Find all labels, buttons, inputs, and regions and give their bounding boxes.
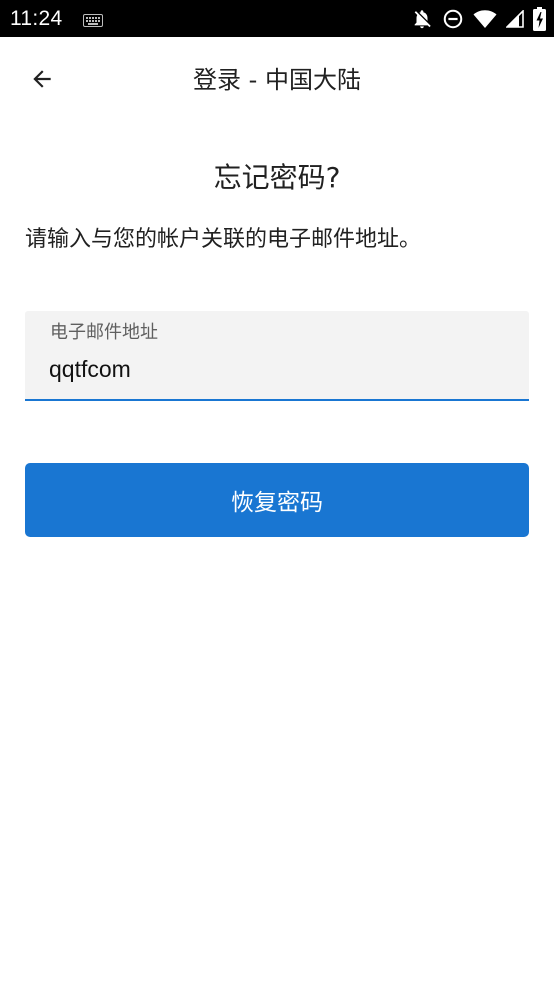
do-not-disturb-icon (442, 8, 464, 30)
email-field[interactable]: 电子邮件地址 (25, 311, 529, 401)
notifications-off-icon (411, 8, 433, 30)
cell-signal-icon (506, 10, 524, 28)
keyboard-icon (83, 12, 103, 31)
app-title: 登录 - 中国大陆 (193, 66, 361, 94)
battery-charging-icon (533, 7, 546, 31)
status-bar: 11:24 (0, 0, 554, 37)
page-heading: 忘记密码? (213, 161, 341, 194)
email-input[interactable] (49, 351, 509, 387)
recover-password-button[interactable]: 恢复密码 (25, 463, 529, 537)
email-field-label: 电子邮件地址 (50, 322, 158, 343)
instruction-text: 请输入与您的帐户关联的电子邮件地址。 (25, 227, 422, 252)
wifi-icon (473, 9, 497, 29)
app-bar: 登录 - 中国大陆 (0, 37, 554, 123)
status-icons (411, 6, 546, 32)
status-time: 11:24 (10, 7, 63, 30)
